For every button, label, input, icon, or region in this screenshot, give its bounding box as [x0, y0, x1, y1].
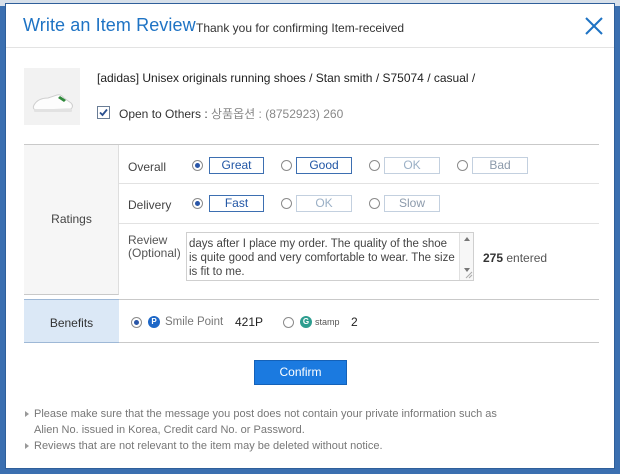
ratings-section-header: Ratings [24, 145, 119, 295]
delivery-slow-option[interactable]: Slow [384, 195, 440, 212]
smile-point-value: 421P [235, 315, 264, 329]
overall-label: Overall [128, 160, 167, 174]
benefits-divider-top [119, 299, 599, 300]
delivery-fast-option[interactable]: Fast [209, 195, 264, 212]
overall-good-option[interactable]: Good [296, 157, 352, 174]
benefits-label: Benefits [49, 316, 94, 330]
delivery-ok-radio[interactable] [281, 198, 292, 209]
delivery-fast-radio[interactable] [192, 198, 203, 209]
stamp-radio[interactable] [283, 317, 294, 328]
smile-point-icon: P [148, 316, 160, 328]
dialog-titlebar: Write an Item Review Thank you for confi… [6, 4, 614, 48]
overall-ok-option[interactable]: OK [384, 157, 440, 174]
notice-item: Reviews that are not relevant to the ite… [25, 438, 605, 454]
row-divider [119, 183, 599, 184]
review-dialog: Write an Item Review Thank you for confi… [5, 3, 615, 469]
delivery-label: Delivery [128, 198, 172, 212]
review-textarea[interactable]: days after I place my order. The quality… [186, 232, 474, 281]
review-char-count: 275 entered [483, 251, 547, 265]
overall-great-radio[interactable] [192, 160, 203, 171]
notice-item: Please make sure that the message you po… [25, 406, 605, 422]
product-option: 상품옵션 : (8752923) 260 [211, 107, 344, 121]
product-name: [adidas] Unisex originals running shoes … [97, 71, 476, 85]
delivery-slow-radio[interactable] [369, 198, 380, 209]
review-scrollbar[interactable] [459, 233, 473, 280]
stamp-icon: G [300, 316, 312, 328]
review-form-grid: Ratings Overall Great Good OK Bad Delive… [24, 144, 599, 343]
stamp-value: 2 [351, 315, 358, 329]
review-text: days after I place my order. The quality… [189, 238, 455, 278]
product-image [24, 68, 80, 125]
dialog-title: Write an Item Review [23, 15, 196, 35]
notice-item-continued: Alien No. issued in Korea, Credit card N… [34, 424, 305, 436]
smile-point-label: Smile Point [165, 316, 224, 328]
benefits-divider-bottom [119, 342, 599, 343]
overall-good-radio[interactable] [281, 160, 292, 171]
overall-bad-radio[interactable] [457, 160, 468, 171]
review-count-value: 275 [483, 251, 504, 265]
delivery-ok-option[interactable]: OK [296, 195, 352, 212]
close-icon[interactable] [584, 16, 604, 36]
review-count-suffix: entered [503, 251, 548, 265]
overall-bad-option[interactable]: Bad [472, 157, 528, 174]
notice-list: Please make sure that the message you po… [25, 406, 605, 454]
smile-point-radio[interactable] [131, 317, 142, 328]
open-to-others-text: Open to Others : 상품옵션 : (8752923) 260 [119, 105, 343, 122]
review-optional-label: (Optional) [128, 246, 181, 260]
ratings-label: Ratings [51, 212, 92, 226]
overall-great-option[interactable]: Great [209, 157, 264, 174]
dialog-subtitle: Thank you for confirming Item-received [196, 21, 405, 35]
open-to-others-checkbox[interactable] [97, 106, 110, 119]
overall-ok-radio[interactable] [369, 160, 380, 171]
row-divider [119, 223, 599, 224]
review-label-block: Review (Optional) [128, 234, 181, 260]
confirm-button[interactable]: Confirm [254, 360, 347, 385]
benefits-section-header: Benefits [24, 299, 119, 343]
stamp-label: stamp [315, 317, 340, 327]
open-to-others-label: Open to Others : [119, 107, 212, 121]
